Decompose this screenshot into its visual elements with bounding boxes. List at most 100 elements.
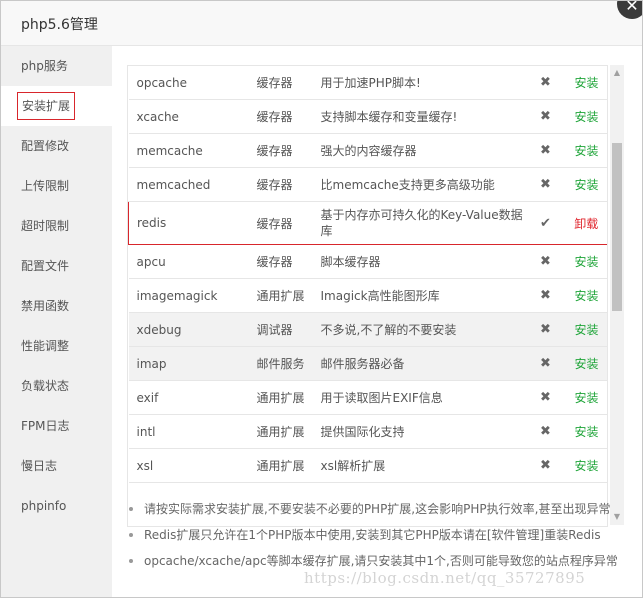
extension-description: 支持脚本缓存和变量缓存! bbox=[320, 109, 458, 124]
install-button[interactable]: 安装 bbox=[574, 323, 598, 337]
cross-icon: ✖ bbox=[540, 254, 551, 269]
extension-type: 缓存器 bbox=[256, 144, 293, 158]
cross-icon-cell: ✖ bbox=[525, 380, 566, 415]
install-button[interactable]: 安装 bbox=[574, 255, 598, 269]
extension-name: xsl bbox=[136, 458, 154, 473]
dialog-title: php5.6管理 bbox=[21, 17, 98, 33]
sidebar-item-label: 配置文件 bbox=[21, 259, 70, 273]
uninstall-button-cell: 卸载 bbox=[565, 201, 607, 245]
sidebar-item[interactable]: 超时限制 bbox=[1, 206, 112, 246]
sidebar-item-label: php服务 bbox=[21, 59, 68, 73]
extension-name-cell: apcu bbox=[128, 244, 257, 279]
install-button[interactable]: 安装 bbox=[574, 357, 598, 371]
table-row: apcu 缓存器 脚本缓存器 ✖ 安装 bbox=[128, 244, 607, 279]
install-button[interactable]: 安装 bbox=[574, 178, 598, 192]
extension-name: redis bbox=[137, 216, 167, 230]
extension-description-cell: 支持脚本缓存和变量缓存! bbox=[320, 99, 526, 134]
check-icon: ✔ bbox=[540, 215, 551, 231]
cross-icon-cell: ✖ bbox=[525, 346, 566, 381]
sidebar-item[interactable]: php服务 bbox=[1, 46, 112, 86]
cross-icon: ✖ bbox=[540, 288, 551, 303]
install-button[interactable]: 安装 bbox=[574, 425, 598, 439]
extension-type-cell: 缓存器 bbox=[256, 133, 321, 168]
install-button[interactable]: 安装 bbox=[574, 391, 598, 405]
cross-icon-cell: ✖ bbox=[525, 99, 566, 134]
extension-type: 缓存器 bbox=[256, 178, 293, 192]
extension-name-cell: xsl bbox=[128, 448, 257, 483]
scroll-up-icon[interactable]: ▲ bbox=[610, 65, 624, 81]
extension-description: 基于内存亦可持久化的Key-Value数据库 bbox=[320, 208, 523, 238]
table-row: intl 通用扩展 提供国际化支持 ✖ 安装 bbox=[128, 414, 607, 449]
sidebar-item-label: 性能调整 bbox=[21, 339, 70, 353]
sidebar-item[interactable]: FPM日志 bbox=[1, 406, 112, 446]
install-button-cell: 安装 bbox=[565, 346, 607, 381]
cross-icon-cell: ✖ bbox=[525, 312, 566, 347]
sidebar-item[interactable]: phpinfo bbox=[1, 486, 112, 526]
extension-name-cell: redis bbox=[128, 201, 257, 245]
extension-name-cell: imap bbox=[128, 346, 257, 381]
extension-table-container[interactable]: opcache 缓存器 用于加速PHP脚本! ✖ 安装 xcache 缓存器 支持脚本缓存和变… bbox=[127, 65, 608, 527]
sidebar-item-label: 上传限制 bbox=[21, 179, 70, 193]
cross-icon: ✖ bbox=[540, 143, 551, 158]
extension-name: memcached bbox=[136, 177, 211, 192]
install-button[interactable]: 安装 bbox=[574, 110, 598, 124]
table-row: redis 缓存器 基于内存亦可持久化的Key-Value数据库 ✔ 卸载 bbox=[128, 201, 607, 245]
sidebar-item-label: FPM日志 bbox=[21, 419, 70, 433]
cross-icon: ✖ bbox=[540, 356, 551, 371]
extension-name-cell: exif bbox=[128, 380, 257, 415]
sidebar-item[interactable]: 配置文件 bbox=[1, 246, 112, 286]
extension-type-cell: 通用扩展 bbox=[256, 448, 321, 483]
extension-description-cell: 脚本缓存器 bbox=[320, 244, 526, 279]
install-button[interactable]: 安装 bbox=[574, 144, 598, 158]
extension-name: imagemagick bbox=[136, 288, 218, 303]
cross-icon: ✖ bbox=[540, 177, 551, 192]
install-button[interactable]: 安装 bbox=[574, 459, 598, 473]
install-button-cell: 安装 bbox=[565, 380, 607, 415]
sidebar-item[interactable]: 安装扩展 bbox=[1, 86, 112, 126]
extension-type-cell: 通用扩展 bbox=[256, 380, 321, 415]
extension-description: 用于读取图片EXIF信息 bbox=[320, 390, 443, 405]
scroll-thumb[interactable] bbox=[612, 143, 622, 311]
install-button-cell: 安装 bbox=[565, 278, 607, 313]
install-button-cell: 安装 bbox=[565, 244, 607, 279]
note-item: 请按实际需求安装扩展,不要安装不必要的PHP扩展,这会影响PHP执行效率,甚至出… bbox=[127, 496, 642, 522]
extension-type: 缓存器 bbox=[256, 216, 293, 231]
extension-description-cell: 比memcache支持更多高级功能 bbox=[320, 167, 526, 202]
extension-description-cell: xsl解析扩展 bbox=[320, 448, 526, 483]
sidebar-item-label: phpinfo bbox=[21, 499, 67, 513]
extension-name: xdebug bbox=[136, 322, 182, 337]
cross-icon-cell: ✖ bbox=[525, 414, 566, 449]
sidebar-item[interactable]: 禁用函数 bbox=[1, 286, 112, 326]
table-row: xsl 通用扩展 xsl解析扩展 ✖ 安装 bbox=[128, 448, 607, 483]
sidebar-item[interactable]: 上传限制 bbox=[1, 166, 112, 206]
extension-type-cell: 缓存器 bbox=[256, 66, 321, 100]
scrollbar[interactable]: ▲ ▼ bbox=[610, 65, 624, 525]
extension-type-cell: 缓存器 bbox=[256, 244, 321, 279]
extension-type-cell: 通用扩展 bbox=[256, 278, 321, 313]
extension-table: opcache 缓存器 用于加速PHP脚本! ✖ 安装 xcache 缓存器 支持脚本缓存和变… bbox=[128, 66, 607, 483]
extension-name: imap bbox=[136, 356, 167, 371]
sidebar-item[interactable]: 性能调整 bbox=[1, 326, 112, 366]
extension-name-cell: xcache bbox=[128, 99, 257, 134]
install-button[interactable]: 安装 bbox=[574, 76, 598, 90]
install-button[interactable]: 安装 bbox=[574, 289, 598, 303]
extension-description: 脚本缓存器 bbox=[320, 254, 381, 269]
extension-description: 比memcache支持更多高级功能 bbox=[320, 177, 495, 192]
notes-list: 请按实际需求安装扩展,不要安装不必要的PHP扩展,这会影响PHP执行效率,甚至出… bbox=[127, 496, 642, 574]
sidebar-item[interactable]: 负载状态 bbox=[1, 366, 112, 406]
sidebar-item-label: 配置修改 bbox=[21, 139, 70, 153]
extension-type: 邮件服务 bbox=[256, 357, 305, 371]
extension-description-cell: 用于读取图片EXIF信息 bbox=[320, 380, 526, 415]
sidebar-item[interactable]: 慢日志 bbox=[1, 446, 112, 486]
sidebar-item[interactable]: 配置修改 bbox=[1, 126, 112, 166]
sidebar-item-label: 安装扩展 bbox=[17, 92, 76, 120]
extension-type: 通用扩展 bbox=[256, 391, 305, 405]
extension-description-cell: 提供国际化支持 bbox=[320, 414, 526, 449]
extension-name-cell: intl bbox=[128, 414, 257, 449]
cross-icon: ✖ bbox=[540, 458, 551, 473]
table-row: xcache 缓存器 支持脚本缓存和变量缓存! ✖ 安装 bbox=[128, 99, 607, 134]
install-button-cell: 安装 bbox=[565, 414, 607, 449]
extension-name: exif bbox=[136, 390, 159, 405]
uninstall-button[interactable]: 卸载 bbox=[574, 217, 598, 231]
cross-icon-cell: ✖ bbox=[525, 167, 566, 202]
